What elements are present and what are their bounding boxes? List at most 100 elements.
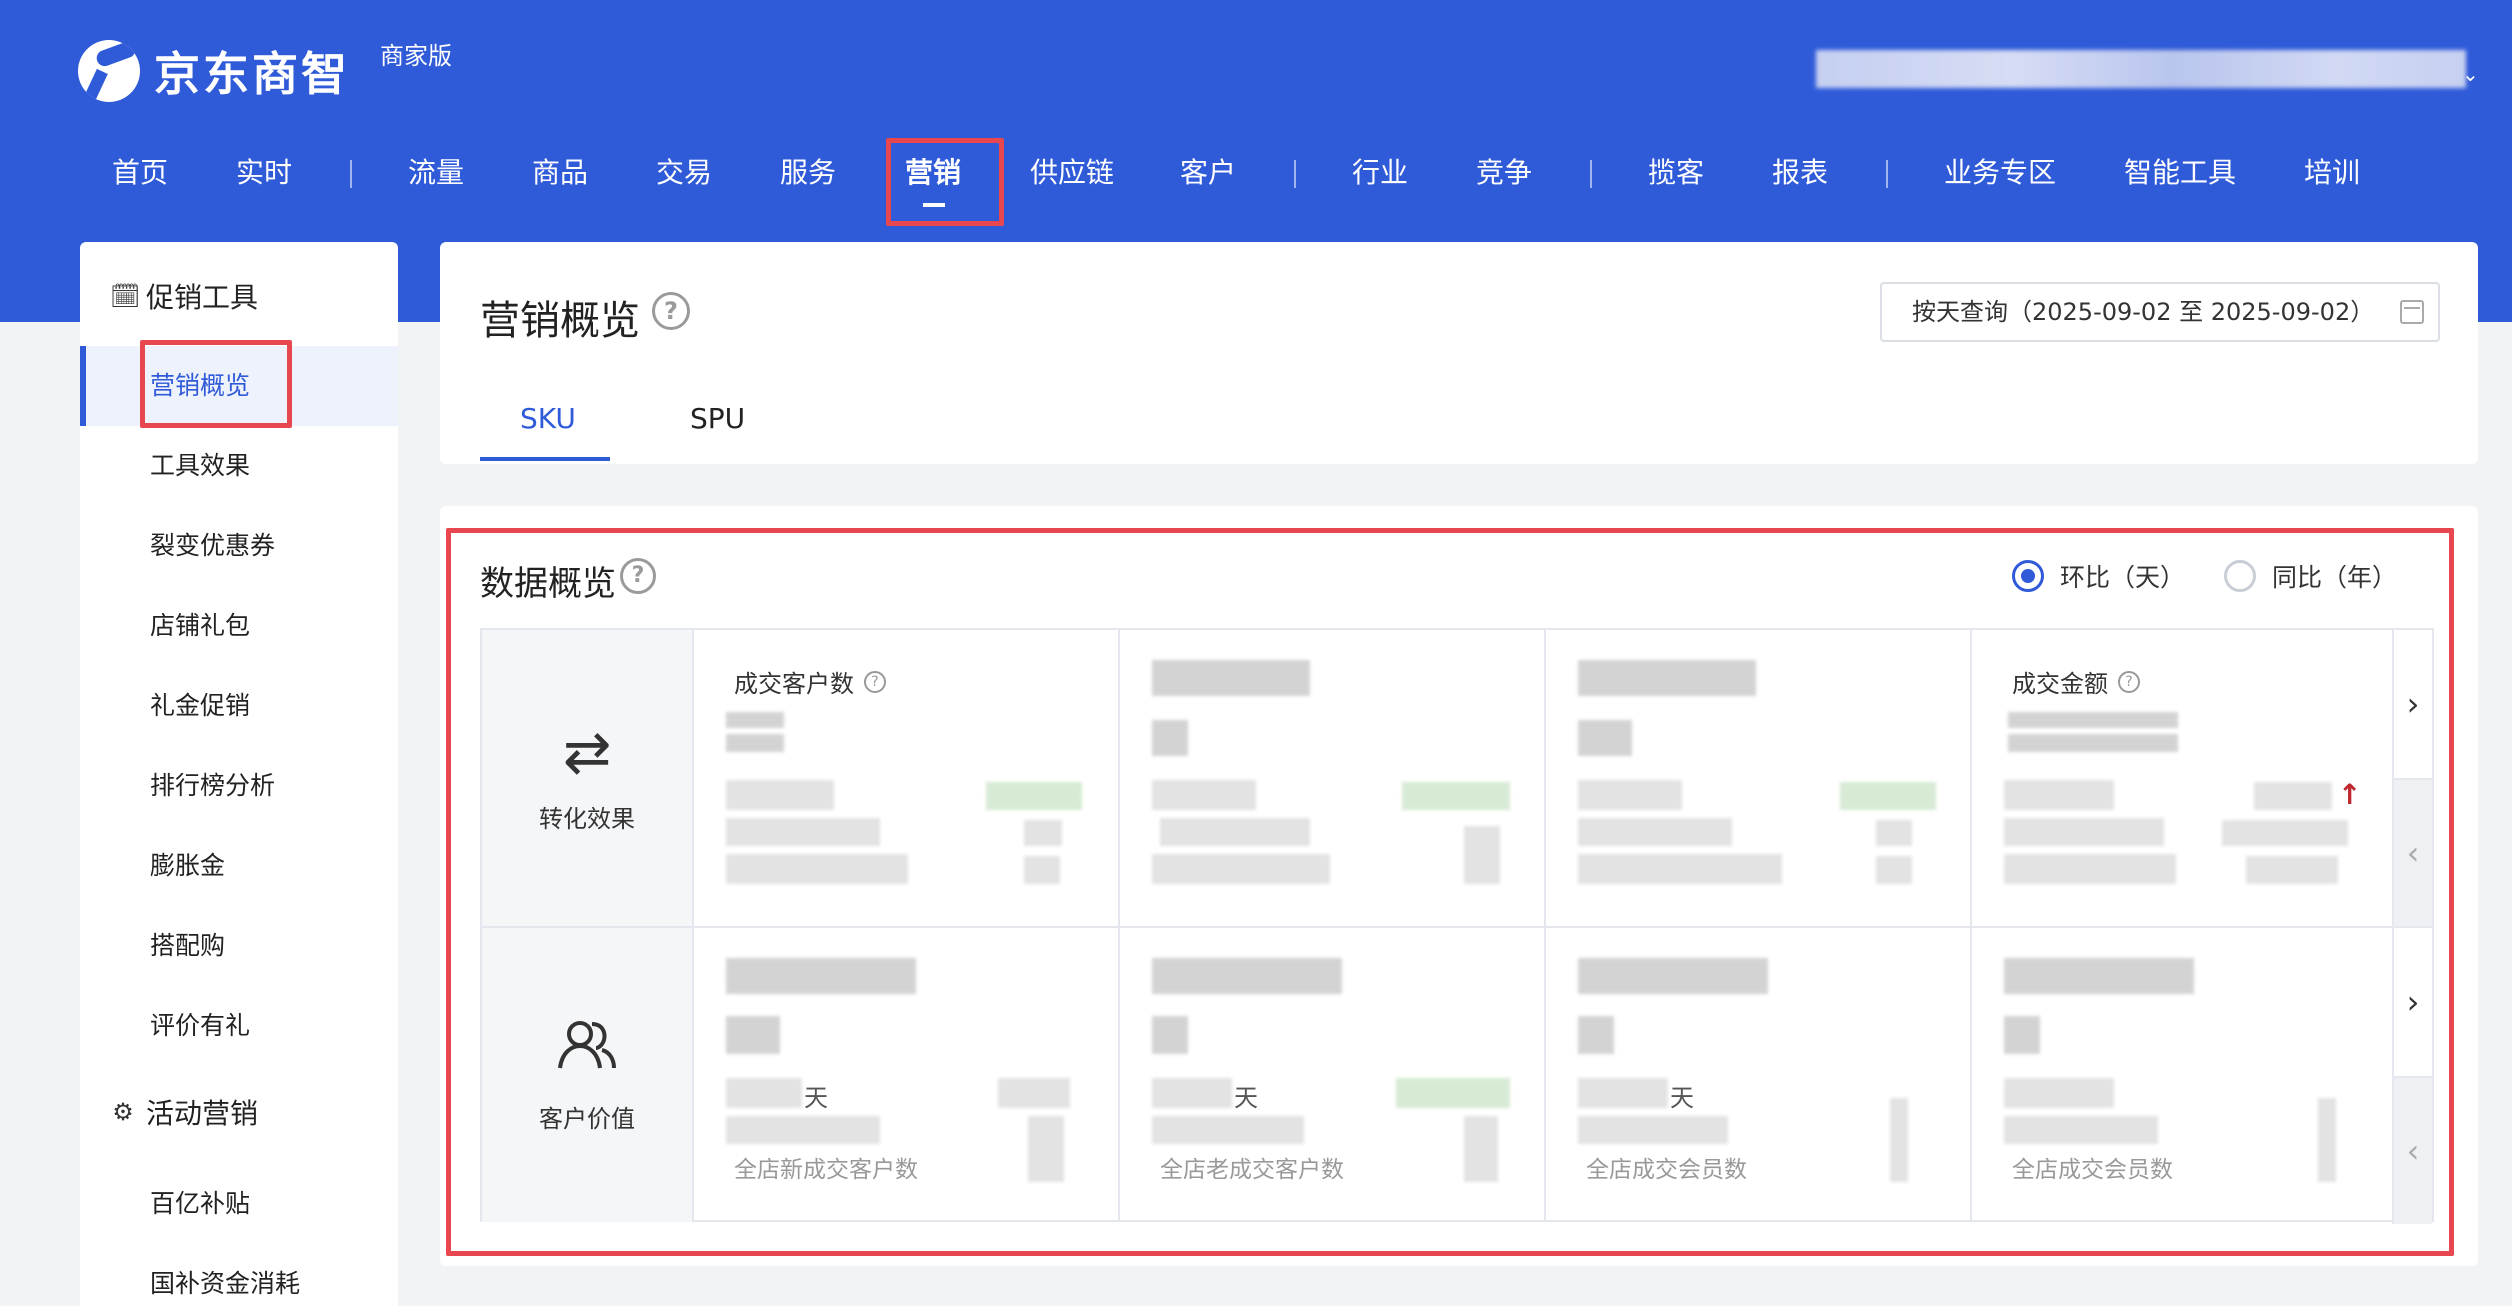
redacted-value [1578,854,1782,884]
redacted-value [2004,1116,2158,1144]
redacted-value [1402,782,1510,810]
nav-business-zone[interactable]: 业务专区 [1944,140,2056,206]
data-overview-card: 数据概览 ? 环比（天） 同比（年） ⇄ 转化效果 成交客户数 ? 成交金额 ?… [440,506,2478,1266]
next-page-button[interactable]: › [2392,928,2432,1076]
tab-spu[interactable]: SPU [690,402,745,435]
brand-logo[interactable]: 京东商智 [78,36,350,106]
redacted-value [2004,818,2164,846]
help-icon[interactable]: ? [620,558,656,594]
nav-marketing[interactable]: 营销 [905,140,961,206]
nav-smart-tools[interactable]: 智能工具 [2124,140,2236,206]
row-header-label: 客户价值 [539,1105,635,1133]
nav-home[interactable]: 首页 [112,140,168,206]
redacted-value [1028,1116,1064,1182]
redacted-title [2004,958,2194,994]
metrics-row-conversion: ⇄ 转化效果 成交客户数 ? 成交金额 ? ↑ › ‹ [482,630,2432,926]
sidebar-item-ranking[interactable]: 排行榜分析 [80,746,398,826]
metric-title-label: 成交金额 [2012,670,2108,698]
help-icon[interactable]: ? [864,670,886,693]
nav-acquire[interactable]: 揽客 [1648,140,1704,206]
redacted-value [1876,820,1912,846]
redacted-value [726,712,784,728]
help-icon[interactable]: ? [652,292,690,330]
metric-card[interactable]: 成交客户数 ? [694,630,1120,926]
users-icon [556,1016,618,1081]
redacted-value [1152,854,1330,884]
edition-label: 商家版 [380,42,452,70]
nav-competition[interactable]: 竞争 [1476,140,1532,206]
sidebar-group-promo-tools[interactable]: 🗓 促销工具 [110,266,258,326]
page-title: 营销概览 [480,298,640,344]
redacted-value [1578,720,1632,756]
tab-sku[interactable]: SKU [520,402,576,435]
radio-checked-icon [2012,560,2044,592]
redacted-value [1160,818,1310,846]
nav-service[interactable]: 服务 [780,140,836,206]
redacted-value [726,854,908,884]
metric-card[interactable]: 成交金额 ? ↑ [1972,630,2392,926]
date-range-picker[interactable]: 按天查询（2025-09-02 至 2025-09-02） [1880,282,2440,342]
sidebar-item-tool-effect[interactable]: 工具效果 [80,426,398,506]
redacted-value [986,782,1082,810]
metric-card[interactable]: 天 全店新成交客户数 [694,928,1120,1222]
redacted-value [2008,734,2178,752]
sidebar-group-activity-marketing[interactable]: ⚙ 活动营销 [110,1082,258,1142]
sidebar-item-subsidy[interactable]: 百亿补贴 [80,1164,398,1244]
row-header: ⇄ 转化效果 [482,630,694,926]
sidebar-item-national-subsidy[interactable]: 国补资金消耗 [80,1244,398,1306]
sidebar-group-label: 活动营销 [146,1097,259,1130]
redacted-value [1890,1098,1908,1182]
nav-training[interactable]: 培训 [2304,140,2360,206]
sidebar-item-bundle[interactable]: 搭配购 [80,906,398,986]
redacted-value [1152,1116,1304,1144]
prev-page-button[interactable]: ‹ [2392,778,2432,926]
nav-realtime[interactable]: 实时 [236,140,292,206]
user-account-redacted[interactable] [1816,50,2466,88]
redacted-value [726,734,784,752]
chevron-down-icon[interactable]: ⌄ [2462,62,2479,86]
redacted-value [1578,1116,1728,1144]
metric-title-label: 成交客户数 [734,670,854,698]
metric-card[interactable]: 天 全店成交会员数 [1546,928,1972,1222]
next-page-button[interactable]: › [2392,630,2432,778]
nav-product[interactable]: 商品 [532,140,588,206]
nav-supply-chain[interactable]: 供应链 [1030,140,1114,206]
sidebar-item-store-gift[interactable]: 店铺礼包 [80,586,398,666]
redacted-value [1578,1016,1614,1054]
help-icon[interactable]: ? [2118,670,2140,693]
metrics-row-customer-value: 客户价值 天 全店新成交客户数 天 全店老成交客户数 天 全店成交会员数 全店成… [482,926,2432,1224]
redacted-value [1578,818,1732,846]
metric-card[interactable] [1546,630,1972,926]
gear-icon: ⚙ [112,1098,134,1126]
nav-divider [1590,160,1592,188]
metric-card[interactable] [1120,630,1546,926]
nav-trade[interactable]: 交易 [656,140,712,206]
redacted-title [1578,660,1756,696]
logo-text: 京东商智 [154,47,350,101]
day-unit-label: 天 [1234,1084,1258,1112]
radio-label: 同比（年） [2272,563,2398,592]
sidebar-item-cash-gift[interactable]: 礼金促销 [80,666,398,746]
nav-divider [350,160,352,188]
prev-page-button[interactable]: ‹ [2392,1076,2432,1224]
section-title: 数据概览 [480,564,616,604]
compare-day-option[interactable]: 环比（天） [2012,558,2185,594]
nav-reports[interactable]: 报表 [1772,140,1828,206]
sidebar-item-marketing-overview[interactable]: 营销概览 [80,346,398,426]
nav-industry[interactable]: 行业 [1352,140,1408,206]
nav-customer[interactable]: 客户 [1180,140,1236,206]
sidebar-item-fission-coupon[interactable]: 裂变优惠券 [80,506,398,586]
compare-year-option[interactable]: 同比（年） [2224,558,2397,594]
metric-card[interactable]: 天 全店老成交客户数 [1120,928,1546,1222]
metric-footer-label: 全店老成交客户数 [1160,1157,1344,1183]
nav-divider [1886,160,1888,188]
page-header-card: 营销概览 ? 按天查询（2025-09-02 至 2025-09-02） SKU… [440,242,2478,464]
redacted-value [998,1078,1070,1108]
redacted-value [2008,712,2178,728]
sidebar-item-expansion[interactable]: 膨胀金 [80,826,398,906]
nav-traffic[interactable]: 流量 [408,140,464,206]
sidebar-item-review-gift[interactable]: 评价有礼 [80,986,398,1066]
metric-title: 成交客户数 ? [734,664,886,699]
metric-card[interactable]: 全店成交会员数 [1972,928,2392,1222]
redacted-value [1024,820,1062,846]
